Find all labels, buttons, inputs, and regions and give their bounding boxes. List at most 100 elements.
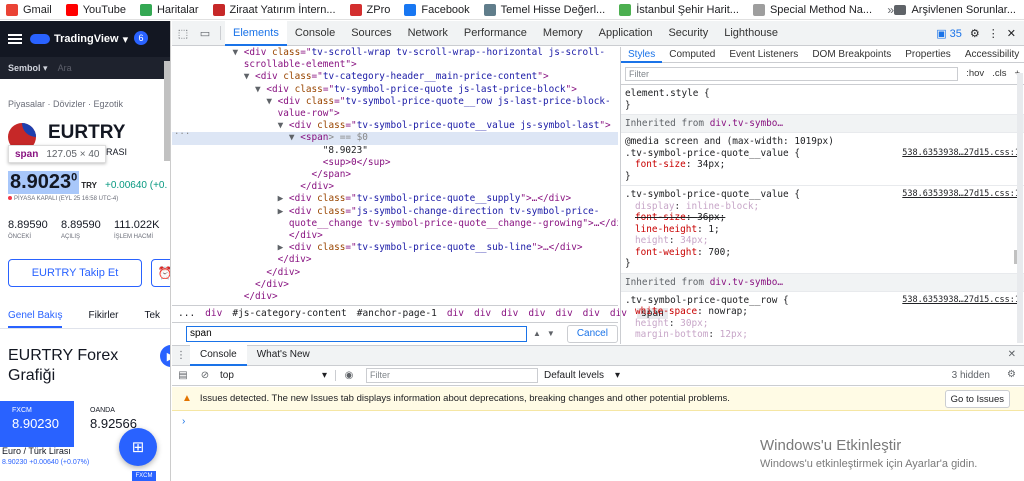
tab-technicals[interactable]: Tek [144, 303, 160, 328]
bookmark-archive[interactable]: Arşivlenen Sorunlar... [894, 0, 1016, 20]
tab-console[interactable]: Console [287, 21, 343, 46]
dom-node[interactable]: ▶ <div class="tv-symbol-price-quote__sub… [172, 242, 618, 254]
menu-icon[interactable] [8, 34, 22, 44]
tab-console[interactable]: Console [190, 345, 247, 366]
expand-arrow-icon[interactable]: ▼ [266, 96, 277, 107]
dom-node[interactable]: </div> [172, 279, 618, 291]
clear-console-icon[interactable]: ⊘ [194, 370, 216, 381]
more-options-icon[interactable]: ⋮ [172, 350, 190, 361]
breadcrumb-item[interactable]: #anchor-page-1 [357, 308, 437, 319]
chevron-down-icon[interactable]: ▼ [547, 329, 555, 338]
expand-arrow-icon[interactable]: ▼ [232, 47, 243, 58]
tab-memory[interactable]: Memory [535, 21, 591, 46]
more-options-icon[interactable]: ⋮ [988, 27, 999, 40]
tab-overview[interactable]: Genel Bakış [8, 303, 63, 328]
scrollbar[interactable] [164, 61, 170, 161]
search-input[interactable] [186, 325, 527, 342]
dom-node[interactable]: ▼ <div class="tv-symbol-price-quote js-l… [172, 84, 618, 96]
tab-whats-new[interactable]: What's New [247, 345, 320, 366]
hover-toggle[interactable]: :hov [966, 68, 984, 79]
tab-elements[interactable]: Elements [225, 20, 287, 46]
issues-badge[interactable]: ▣ 35 [936, 27, 962, 40]
scrollbar[interactable] [1017, 73, 1023, 343]
gear-icon[interactable]: ⚙ [970, 27, 980, 40]
inherited-link[interactable]: div.tv-symbo… [710, 118, 783, 129]
breadcrumb[interactable]: Piyasalar · Dövizler · Egzotik [8, 99, 123, 109]
dom-node[interactable]: ▼ <div class="tv-symbol-price-quote__row… [172, 96, 618, 108]
tab-network[interactable]: Network [400, 21, 456, 46]
sidebar-toggle-icon[interactable]: ▤ [172, 370, 194, 381]
css-property[interactable]: font-weight: 700; [625, 247, 1018, 259]
breadcrumb-item[interactable]: div [501, 308, 518, 319]
breadcrumb-item[interactable]: #js-category-content [232, 308, 346, 319]
bookmark-item[interactable]: Temel Hisse Değerl... [483, 3, 605, 16]
rule-source-link[interactable]: 538.6353938…27d15.css:1 [902, 189, 1020, 201]
bookmark-item[interactable]: Special Method Na... [752, 3, 872, 16]
dom-tree[interactable]: ▼ <div class="tv-scroll-wrap tv-scroll-w… [172, 47, 618, 303]
bookmark-item[interactable]: YouTube [65, 3, 126, 16]
dom-node[interactable]: "8.9023" [172, 145, 618, 157]
dom-node[interactable]: <sup>0</sup> [172, 157, 618, 169]
search-input[interactable]: Ara [58, 63, 72, 73]
live-expression-eye-icon[interactable]: ◉ [336, 370, 362, 381]
breadcrumb-item[interactable]: div [474, 308, 491, 319]
breadcrumb-item[interactable]: ... [178, 308, 195, 319]
css-property[interactable]: font-size: 36px; [625, 212, 1018, 224]
gear-icon[interactable]: ⚙ [1007, 369, 1016, 380]
breadcrumb-item[interactable]: div [447, 308, 464, 319]
context-select[interactable]: top ▾ [216, 370, 336, 381]
inspect-element-icon[interactable]: ⬚ [172, 27, 194, 40]
breadcrumb-item[interactable]: div [583, 308, 600, 319]
dom-node[interactable]: </div> [172, 291, 618, 303]
console-filter-input[interactable]: Filter [366, 368, 538, 383]
bookmarks-more-button[interactable]: » [887, 3, 894, 17]
styles-filter-input[interactable]: Filter [625, 66, 959, 81]
dom-node[interactable]: scrollable-element"> [172, 59, 618, 71]
css-property[interactable]: height: 30px; [625, 318, 1018, 330]
dom-ellipsis[interactable]: ... [174, 127, 190, 137]
dom-node[interactable]: ▼ <div class="tv-category-header__main-p… [172, 71, 618, 83]
tab-ideas[interactable]: Fikirler [88, 303, 118, 328]
avatar[interactable]: 6 [134, 31, 148, 45]
tab-application[interactable]: Application [591, 21, 661, 46]
css-rule[interactable]: .tv-symbol-price-quote__value { 538.6353… [621, 186, 1024, 274]
bookmark-item[interactable]: Haritalar [139, 3, 199, 16]
css-property[interactable]: line-height: 1; [625, 224, 1018, 236]
class-toggle[interactable]: .cls [992, 68, 1006, 79]
css-property[interactable]: height: 34px; [625, 235, 1018, 247]
bookmark-item[interactable]: İstanbul Şehir Harit... [619, 3, 739, 16]
tab-performance[interactable]: Performance [456, 21, 535, 46]
console-prompt[interactable]: › [182, 416, 185, 427]
collapse-arrow-icon[interactable]: ▶ [278, 242, 289, 253]
grid-icon[interactable]: ⊞ [119, 428, 157, 466]
follow-button[interactable]: EURTRY Takip Et [8, 259, 142, 287]
inherited-link[interactable]: div.tv-symbo… [710, 277, 783, 288]
bookmark-item[interactable]: ZPro [349, 3, 390, 16]
quote-card-fxcm[interactable]: FXCM 8.90230 [0, 401, 74, 447]
css-property[interactable]: display: inline-block; [625, 201, 1018, 213]
bookmark-item[interactable]: Ziraat Yatırım İntern... [212, 3, 336, 16]
tab-sources[interactable]: Sources [343, 21, 399, 46]
css-property[interactable]: white-space: nowrap; [625, 306, 1018, 318]
styles-tab-accessibility[interactable]: Accessibility [958, 47, 1024, 63]
css-rule[interactable]: .tv-symbol-price-quote__row { 538.635393… [621, 292, 1024, 344]
tv-logo[interactable]: TradingView ▾ [30, 33, 128, 46]
symbol-chip[interactable]: Sembol ▾ [8, 63, 48, 74]
device-toolbar-icon[interactable]: ▭ [194, 27, 216, 40]
rule-source-link[interactable]: 538.6353938…27d15.css:1 [902, 148, 1020, 160]
breadcrumb-item[interactable]: div [556, 308, 573, 319]
tab-lighthouse[interactable]: Lighthouse [716, 21, 786, 46]
dom-node[interactable]: </div> [172, 181, 618, 193]
close-icon[interactable]: ✕ [1008, 349, 1016, 360]
dom-node[interactable]: value-row"> [172, 108, 618, 120]
collapse-arrow-icon[interactable]: ▶ [278, 193, 289, 204]
cancel-button[interactable]: Cancel [566, 324, 618, 343]
expand-arrow-icon[interactable]: ▼ [244, 71, 255, 82]
dom-node[interactable]: </div> [172, 267, 618, 279]
dom-node[interactable]: ▼ <div class="tv-scroll-wrap tv-scroll-w… [172, 47, 618, 59]
go-to-issues-button[interactable]: Go to Issues [944, 390, 1010, 408]
dom-node[interactable]: ▼ <div class="tv-symbol-price-quote__val… [172, 120, 618, 132]
breadcrumb-item[interactable]: div [528, 308, 545, 319]
close-icon[interactable]: ✕ [1007, 27, 1016, 40]
bookmark-item[interactable]: Gmail [6, 3, 52, 16]
